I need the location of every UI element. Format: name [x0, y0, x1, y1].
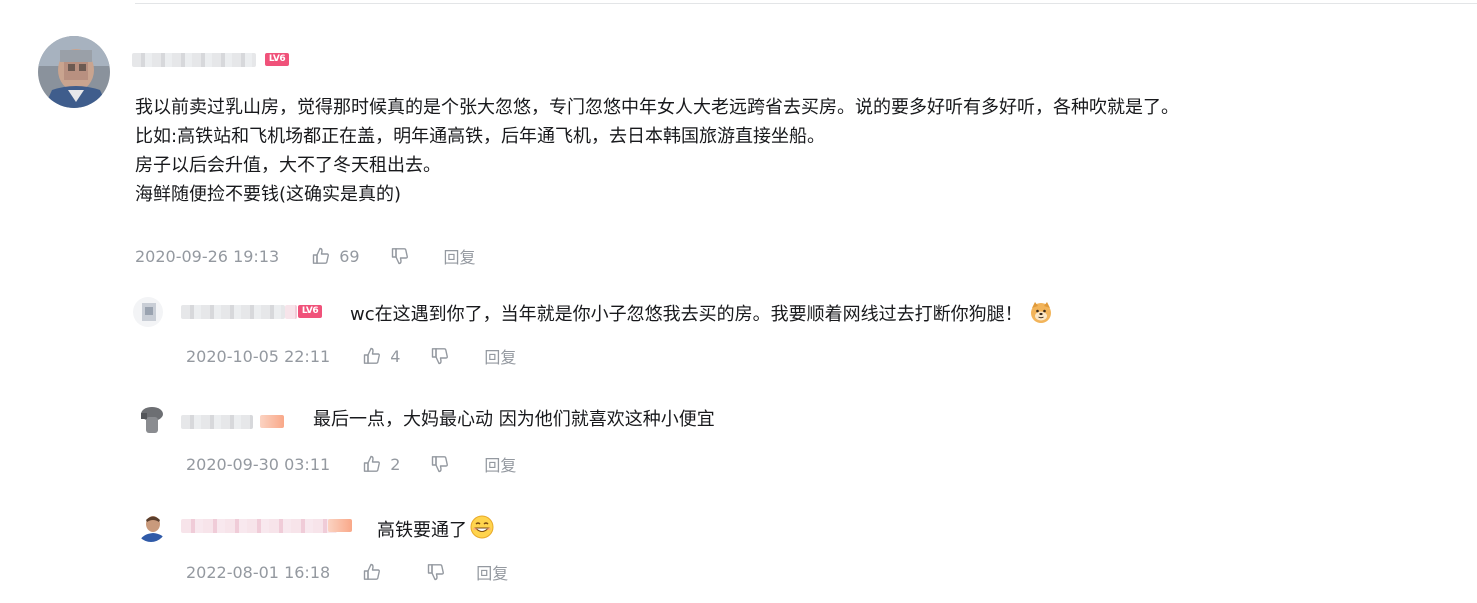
reply-button[interactable]: 回复 [484, 344, 516, 368]
thumbs-up-icon [363, 347, 381, 364]
reply-avatar[interactable] [136, 512, 166, 542]
thumbs-up-icon [363, 455, 381, 472]
top-divider [135, 3, 1477, 4]
reply-text: 高铁要通了 [377, 514, 494, 543]
reply-content: 最后一点，大妈最心动 因为他们就喜欢这种小便宜 [313, 409, 715, 430]
comment-meta: 2020-09-26 19:13 69 回复 [135, 244, 476, 268]
thumbs-down-icon [427, 564, 445, 581]
dislike-button[interactable] [430, 346, 450, 366]
level-badge: LV6 [298, 305, 322, 318]
comment-line: 比如:高铁站和飞机场都正在盖，明年通高铁，后年通飞机，去日本韩国旅游直接坐船。 [135, 126, 826, 147]
reply-username[interactable] [181, 519, 337, 533]
comment-line: 海鲜随便捡不要钱(这确实是真的) [135, 184, 402, 205]
reply-username[interactable] [181, 305, 285, 319]
reply-button[interactable]: 回复 [444, 244, 476, 268]
level-badge: LV6 [265, 53, 289, 66]
comment-text: 我以前卖过乳山房，觉得那时候真的是个张大忽悠，专门忽悠中年女人大老远跨省去买房。… [135, 93, 1465, 209]
doge-emoji [1029, 300, 1053, 324]
like-count: 4 [390, 346, 401, 366]
thumbs-down-icon [391, 248, 408, 265]
like-button[interactable]: 2 [362, 454, 400, 474]
like-count: 2 [390, 454, 401, 474]
reply-meta: 2020-09-30 03:11 2 回复 [186, 452, 516, 476]
reply-meta: 2022-08-01 16:18 回复 [186, 560, 508, 584]
dislike-button[interactable] [426, 562, 446, 582]
comment-line: 房子以后会升值，大不了冬天租出去。 [135, 155, 441, 176]
comment-time: 2020-09-26 19:13 [135, 246, 280, 266]
level-badge: LV6 [328, 519, 352, 532]
reply-username[interactable] [181, 415, 253, 429]
thumbs-down-icon [432, 456, 449, 473]
reply-button[interactable]: 回复 [476, 560, 508, 584]
reply-time: 2020-10-05 22:11 [186, 346, 331, 366]
reply-time: 2020-09-30 03:11 [186, 454, 331, 474]
reply-button[interactable]: 回复 [484, 452, 516, 476]
grinning-emoji [469, 514, 494, 539]
level-badge: LV6 [260, 415, 284, 428]
reply-time: 2022-08-01 16:18 [186, 562, 331, 582]
dislike-button[interactable] [390, 246, 410, 266]
reply-avatar[interactable] [133, 297, 163, 327]
reply-avatar[interactable] [137, 405, 167, 435]
thumbs-up-icon [312, 247, 330, 264]
like-button[interactable]: 69 [311, 246, 360, 266]
reply-content: 高铁要通了 [377, 520, 467, 541]
thumbs-down-icon [432, 348, 449, 365]
avatar[interactable] [38, 36, 110, 108]
like-count: 69 [339, 246, 360, 266]
reply-username-tail [285, 305, 297, 319]
reply-content: wc在这遇到你了，当年就是你小子忽悠我去买的房。我要顺着网线过去打断你狗腿！ [350, 304, 1023, 325]
thumbs-up-icon [363, 563, 381, 580]
reply-text: 最后一点，大妈最心动 因为他们就喜欢这种小便宜 [313, 408, 715, 432]
comment-line: 我以前卖过乳山房，觉得那时候真的是个张大忽悠，专门忽悠中年女人大老远跨省去买房。… [135, 97, 1179, 118]
dislike-button[interactable] [430, 454, 450, 474]
like-button[interactable] [362, 562, 390, 582]
username[interactable] [132, 53, 256, 67]
reply-text: wc在这遇到你了，当年就是你小子忽悠我去买的房。我要顺着网线过去打断你狗腿！ [350, 300, 1053, 327]
reply-meta: 2020-10-05 22:11 4 回复 [186, 344, 516, 368]
like-button[interactable]: 4 [362, 346, 400, 366]
